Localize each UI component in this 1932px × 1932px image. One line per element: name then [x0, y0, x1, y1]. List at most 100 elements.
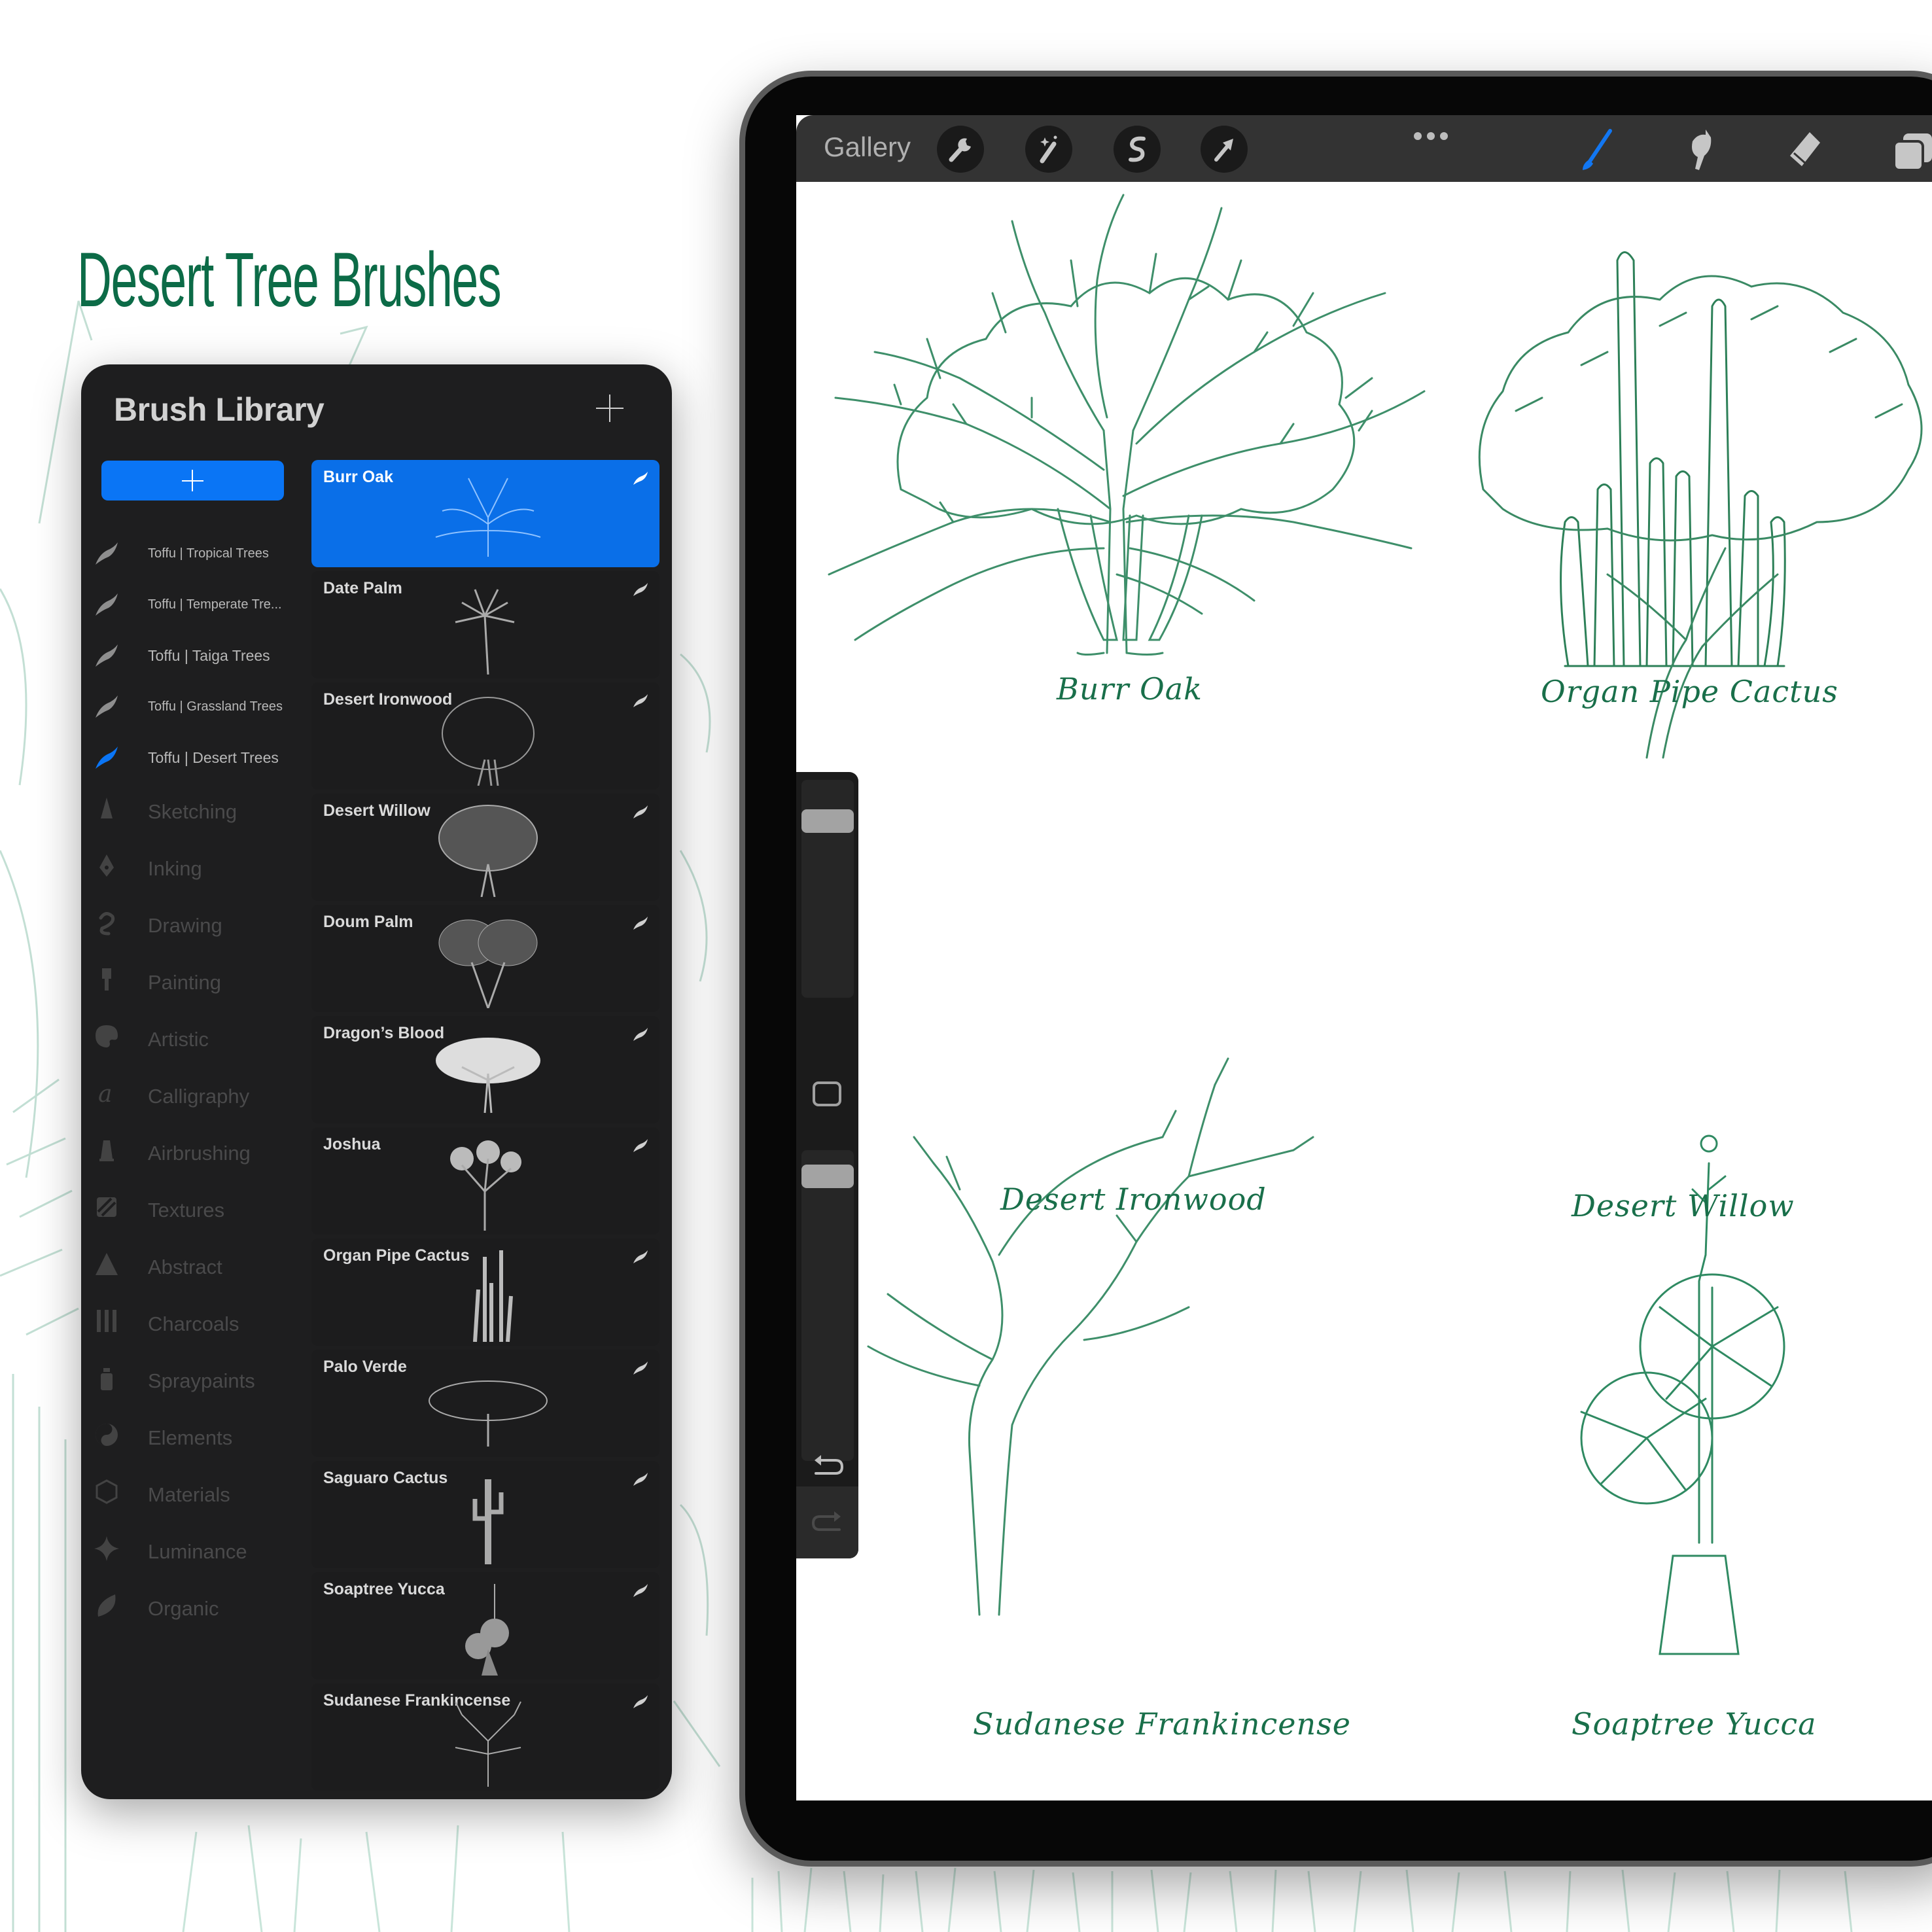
canvas-label-desert-willow: Desert Willow — [1572, 1188, 1795, 1223]
brush-set-item[interactable]: Toffu | Grassland Trees — [81, 681, 304, 732]
transform-button[interactable] — [1201, 126, 1248, 173]
modify-button[interactable] — [813, 1081, 841, 1106]
brush-stroke-icon — [93, 591, 120, 618]
brush-set-label: Toffu | Taiga Trees — [148, 646, 270, 664]
organ-pipe-cactus-illustration — [1560, 251, 1786, 667]
brush-category-calligraphy[interactable]: a Calligraphy — [81, 1068, 304, 1125]
brush-category-luminance[interactable]: Luminance — [81, 1523, 304, 1580]
brush-stroke-icon — [633, 1695, 648, 1708]
yin-yang-icon — [93, 1421, 120, 1449]
brush-size-thumb[interactable] — [801, 809, 854, 833]
brush-category-label: Drawing — [148, 913, 222, 937]
brush-set-label: Toffu | Grassland Trees — [148, 699, 283, 714]
brush-category-label: Textures — [148, 1198, 225, 1221]
brush-stroke-icon — [633, 1584, 648, 1597]
gallery-button[interactable]: Gallery — [824, 132, 911, 163]
add-brush-set-button[interactable] — [101, 461, 284, 501]
paintbrush-icon — [93, 966, 120, 993]
paint-tool-button[interactable] — [1573, 127, 1619, 173]
brush-row[interactable]: Doum Palm — [311, 905, 659, 1012]
brush-row[interactable]: Organ Pipe Cactus — [311, 1238, 659, 1346]
brush-category-airbrushing[interactable]: Airbrushing — [81, 1125, 304, 1182]
adjustments-button[interactable] — [1025, 126, 1072, 173]
brush-stroke-icon — [633, 1473, 648, 1486]
squiggle-icon — [93, 909, 120, 936]
eraser-icon — [1790, 132, 1820, 166]
brush-category-label: Materials — [148, 1483, 230, 1506]
eraser-tool-button[interactable] — [1781, 127, 1827, 173]
brush-category-materials[interactable]: Materials — [81, 1466, 304, 1523]
brush-category-spraypaints[interactable]: Spraypaints — [81, 1352, 304, 1409]
brush-category-drawing[interactable]: Drawing — [81, 897, 304, 954]
brush-stroke-icon — [93, 540, 120, 567]
brush-stroke-icon — [633, 917, 648, 930]
brush-category-label: Spraypaints — [148, 1369, 255, 1392]
cube-icon — [93, 1478, 120, 1505]
brush-name: Date Palm — [323, 579, 402, 597]
layers-button[interactable] — [1886, 127, 1932, 173]
brush-row[interactable]: Joshua — [311, 1127, 659, 1235]
brush-set-item[interactable]: Toffu | Temperate Tre... — [81, 579, 304, 630]
brush-library-title: Brush Library — [114, 391, 325, 428]
brush-preview — [429, 1380, 548, 1447]
brush-list: Burr Oak Date Palm Desert Ironwood Deser… — [311, 460, 659, 1795]
leaf-icon — [93, 1592, 120, 1619]
brush-category-textures[interactable]: Textures — [81, 1182, 304, 1238]
brush-category-label: Abstract — [148, 1255, 222, 1278]
canvas-label-desert-ironwood: Desert Ironwood — [1000, 1182, 1267, 1217]
brush-row[interactable]: Soaptree Yucca — [311, 1572, 659, 1679]
brush-category-organic[interactable]: Organic — [81, 1580, 304, 1637]
opacity-slider[interactable] — [801, 1150, 854, 1461]
brush-row[interactable]: Dragon’s Blood — [311, 1016, 659, 1123]
more-options-button[interactable] — [1411, 130, 1450, 143]
brush-preview — [442, 697, 535, 786]
brush-stroke-icon — [633, 1028, 648, 1041]
desert-ironwood-illustration — [896, 253, 1373, 641]
brush-name: Joshua — [323, 1135, 381, 1153]
brush-category-charcoals[interactable]: Charcoals — [81, 1295, 304, 1352]
brush-category-sketching[interactable]: Sketching — [81, 783, 304, 840]
brush-set-item[interactable]: Toffu | Taiga Trees — [81, 630, 304, 681]
actions-button[interactable] — [937, 126, 984, 173]
undo-button[interactable] — [809, 1452, 846, 1479]
redo-button[interactable] — [809, 1509, 846, 1535]
brush-preview — [436, 1038, 540, 1114]
brush-category-inking[interactable]: Inking — [81, 840, 304, 897]
brush-stroke-icon — [93, 693, 120, 720]
brush-row[interactable]: Date Palm — [311, 571, 659, 678]
layers-icon — [1893, 133, 1932, 171]
brush-size-slider[interactable] — [801, 780, 854, 998]
smudge-tool-button[interactable] — [1679, 127, 1725, 173]
canvas-artwork: Burr Oak Organ Pipe Cactus Desert Ironwo… — [796, 182, 1932, 1800]
brush-row[interactable]: Palo Verde — [311, 1350, 659, 1457]
brush-row[interactable]: Saguaro Cactus — [311, 1461, 659, 1568]
brush-row[interactable]: Desert Ironwood — [311, 682, 659, 790]
selection-button[interactable] — [1114, 126, 1161, 173]
brush-category-label: Airbrushing — [148, 1141, 251, 1165]
brush-category-elements[interactable]: Elements — [81, 1409, 304, 1466]
brush-row[interactable]: Burr Oak — [311, 460, 659, 567]
brush-category-artistic[interactable]: Artistic — [81, 1011, 304, 1068]
brush-category-label: Calligraphy — [148, 1084, 250, 1108]
sudanese-frankincense-illustration — [867, 1057, 1314, 1616]
sparkle-icon — [93, 1535, 120, 1562]
brush-preview — [455, 1701, 521, 1787]
brush-category-label: Luminance — [148, 1539, 247, 1563]
brush-category-painting[interactable]: Painting — [81, 954, 304, 1011]
opacity-thumb[interactable] — [801, 1164, 854, 1188]
canvas-label-soaptree-yucca: Soaptree Yucca — [1572, 1706, 1817, 1742]
brush-row[interactable]: Sudanese Frankincense — [311, 1683, 659, 1791]
brush-name: Desert Willow — [323, 801, 430, 820]
pen-nib-icon — [93, 852, 120, 879]
redo-arrow-icon — [811, 1511, 841, 1531]
brush-set-label: Toffu | Desert Trees — [148, 748, 279, 766]
brush-set-item[interactable]: Toffu | Desert Trees — [81, 732, 304, 783]
airbrush-icon — [93, 1136, 120, 1164]
brush-category-abstract[interactable]: Abstract — [81, 1238, 304, 1295]
brush-row[interactable]: Desert Willow — [311, 794, 659, 901]
brush-category-label: Sketching — [148, 799, 237, 823]
brush-set-item[interactable]: Toffu | Tropical Trees — [81, 528, 304, 579]
add-brush-button[interactable] — [593, 392, 626, 425]
brush-stroke-icon — [633, 1250, 648, 1263]
brush-set-label: Toffu | Temperate Tre... — [148, 597, 282, 612]
